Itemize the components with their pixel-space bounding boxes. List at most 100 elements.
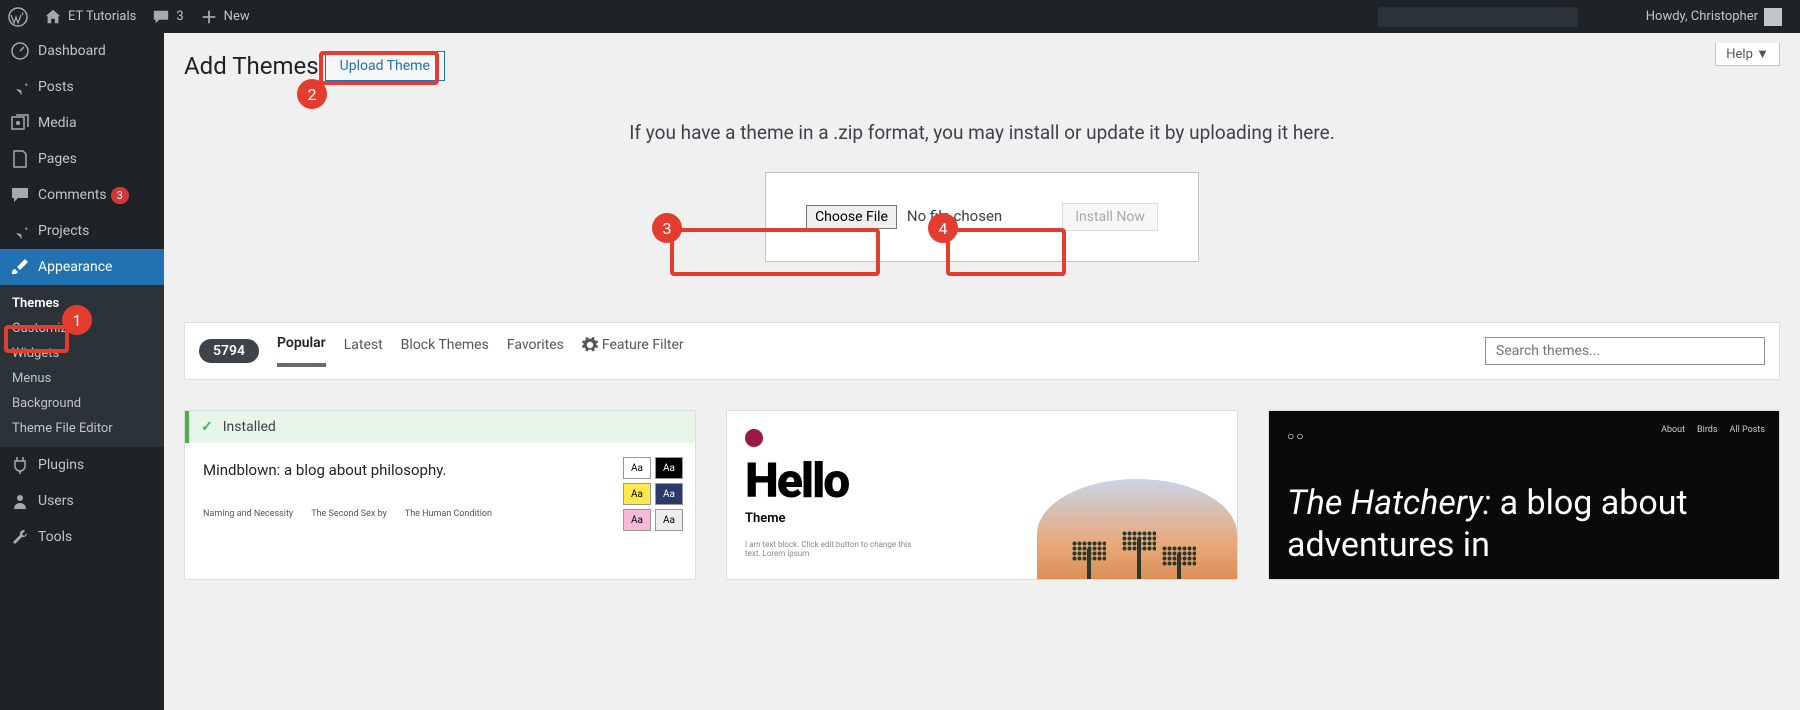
filter-latest[interactable]: Latest [344, 337, 383, 365]
search-themes-input[interactable] [1485, 337, 1765, 365]
nav-link: Birds [1697, 425, 1717, 435]
feature-filter-link[interactable]: Feature Filter [582, 337, 684, 365]
brush-icon [10, 257, 30, 277]
install-now-button[interactable]: Install Now [1062, 203, 1158, 231]
plugin-icon [10, 455, 30, 475]
theme-card-installed[interactable]: ✓ Installed Mindblown: a blog about phil… [184, 410, 696, 580]
pin-icon [10, 77, 30, 97]
sidebar-label: Media [38, 115, 77, 131]
wp-logo[interactable] [0, 0, 36, 33]
sidebar-item-projects[interactable]: Projects [0, 213, 164, 249]
help-tab[interactable]: Help ▼ [1715, 43, 1780, 66]
sidebar-sub-background[interactable]: Background [0, 391, 164, 416]
admin-bar: ET Tutorials 3 New Howdy, Christopher [0, 0, 1800, 33]
sidebar-sub-widgets[interactable]: Widgets [0, 341, 164, 366]
site-name: ET Tutorials [68, 9, 136, 24]
filter-block-themes[interactable]: Block Themes [401, 337, 489, 365]
elementor-icon [745, 429, 763, 447]
sidebar-sub-menus[interactable]: Menus [0, 366, 164, 391]
swatch: Aa [623, 483, 651, 505]
theme-preview: ○○ About Birds All Posts The Hatchery: a… [1269, 411, 1779, 579]
theme-card-hello[interactable]: Hello Theme I am text block. Click edit … [726, 410, 1238, 580]
plus-icon [200, 8, 218, 26]
sidebar-item-media[interactable]: Media [0, 105, 164, 141]
sidebar-label: Comments [38, 187, 107, 203]
theme-preview: Mindblown: a blog about philosophy. Nami… [185, 443, 695, 537]
new-link[interactable]: New [192, 0, 258, 33]
sidebar-sub-customize[interactable]: Customize [0, 316, 164, 341]
sidebar-item-users[interactable]: Users [0, 483, 164, 519]
theme-count-badge: 5794 [199, 339, 259, 363]
media-icon [10, 113, 30, 133]
wordpress-icon [8, 7, 28, 27]
upload-theme-button[interactable]: Upload Theme [325, 51, 445, 81]
style-swatches: AaAa AaAa AaAa [623, 457, 683, 531]
sidebar-sub-themes[interactable]: Themes [0, 291, 164, 316]
pin-icon [10, 221, 30, 241]
sidebar-item-tools[interactable]: Tools [0, 519, 164, 555]
nav-link: About [1661, 425, 1685, 435]
admin-sidebar: Dashboard Posts Media Pages Comments 3 P… [0, 33, 164, 710]
sidebar-submenu-appearance: Themes Customize Widgets Menus Backgroun… [0, 285, 164, 447]
feature-filter-label: Feature Filter [602, 337, 684, 353]
theme-filter-bar: 5794 Popular Latest Block Themes Favorit… [184, 322, 1780, 380]
page-headline: Add Themes Upload Theme [184, 51, 1780, 81]
sunset-image [1037, 479, 1237, 580]
sidebar-label: Dashboard [38, 43, 106, 59]
sidebar-label: Users [38, 493, 74, 509]
hatchery-title: The Hatchery: a blog about adventures in [1287, 483, 1761, 567]
sidebar-item-comments[interactable]: Comments 3 [0, 177, 164, 213]
sidebar-item-pages[interactable]: Pages [0, 141, 164, 177]
swatch: Aa [655, 509, 683, 531]
new-label: New [224, 9, 250, 24]
theme-preview: Hello Theme I am text block. Click edit … [727, 411, 1237, 579]
file-status: No file chosen [907, 207, 1002, 225]
filter-popular[interactable]: Popular [277, 335, 326, 367]
sidebar-sub-theme-file-editor[interactable]: Theme File Editor [0, 416, 164, 441]
installed-label: Installed [223, 419, 276, 435]
adminbar-spacer [1378, 7, 1578, 27]
users-icon [10, 491, 30, 511]
sidebar-item-dashboard[interactable]: Dashboard [0, 33, 164, 69]
site-home-link[interactable]: ET Tutorials [36, 0, 144, 33]
wrench-icon [10, 527, 30, 547]
user-menu[interactable]: Howdy, Christopher [1638, 0, 1790, 33]
swatch: Aa [655, 457, 683, 479]
themes-grid: ✓ Installed Mindblown: a blog about phil… [184, 410, 1780, 580]
hello-lorem: I am text block. Click edit button to ch… [745, 540, 925, 558]
nav-link: All Posts [1730, 425, 1765, 435]
upload-box: Choose File No file chosen Install Now [765, 172, 1199, 262]
upload-instructions: If you have a theme in a .zip format, yo… [184, 121, 1780, 144]
sidebar-label: Appearance [38, 259, 112, 275]
theme-col2: The Second Sex by [311, 509, 387, 519]
sidebar-label: Plugins [38, 457, 84, 473]
sidebar-label: Tools [38, 529, 72, 545]
theme-preview-title: Mindblown: a blog about philosophy. [203, 461, 677, 479]
installed-badge: ✓ Installed [185, 411, 695, 443]
content-area: Help ▼ Add Themes Upload Theme If you ha… [164, 33, 1800, 710]
sidebar-item-posts[interactable]: Posts [0, 69, 164, 105]
theme-card-hatchery[interactable]: ○○ About Birds All Posts The Hatchery: a… [1268, 410, 1780, 580]
theme-col3: The Human Condition [405, 509, 492, 519]
home-icon [44, 8, 62, 26]
theme-col1: Naming and Necessity [203, 509, 293, 519]
dashboard-icon [10, 41, 30, 61]
swatch: Aa [655, 483, 683, 505]
hatchery-nav: About Birds All Posts [1661, 425, 1765, 435]
sidebar-label: Posts [38, 79, 74, 95]
comments-link[interactable]: 3 [144, 0, 191, 33]
sidebar-label: Pages [38, 151, 77, 167]
upload-panel: If you have a theme in a .zip format, yo… [184, 121, 1780, 262]
comment-icon [10, 185, 30, 205]
comments-count: 3 [176, 9, 183, 24]
hatchery-title-italic: The Hatchery: [1287, 483, 1491, 523]
filter-favorites[interactable]: Favorites [507, 337, 564, 365]
sidebar-item-plugins[interactable]: Plugins [0, 447, 164, 483]
page-icon [10, 149, 30, 169]
check-icon: ✓ [201, 419, 213, 435]
swatch: Aa [623, 457, 651, 479]
sidebar-label: Projects [38, 223, 89, 239]
sidebar-item-appearance[interactable]: Appearance [0, 249, 164, 285]
choose-file-button[interactable]: Choose File [806, 205, 897, 229]
page-title: Add Themes [184, 52, 319, 80]
